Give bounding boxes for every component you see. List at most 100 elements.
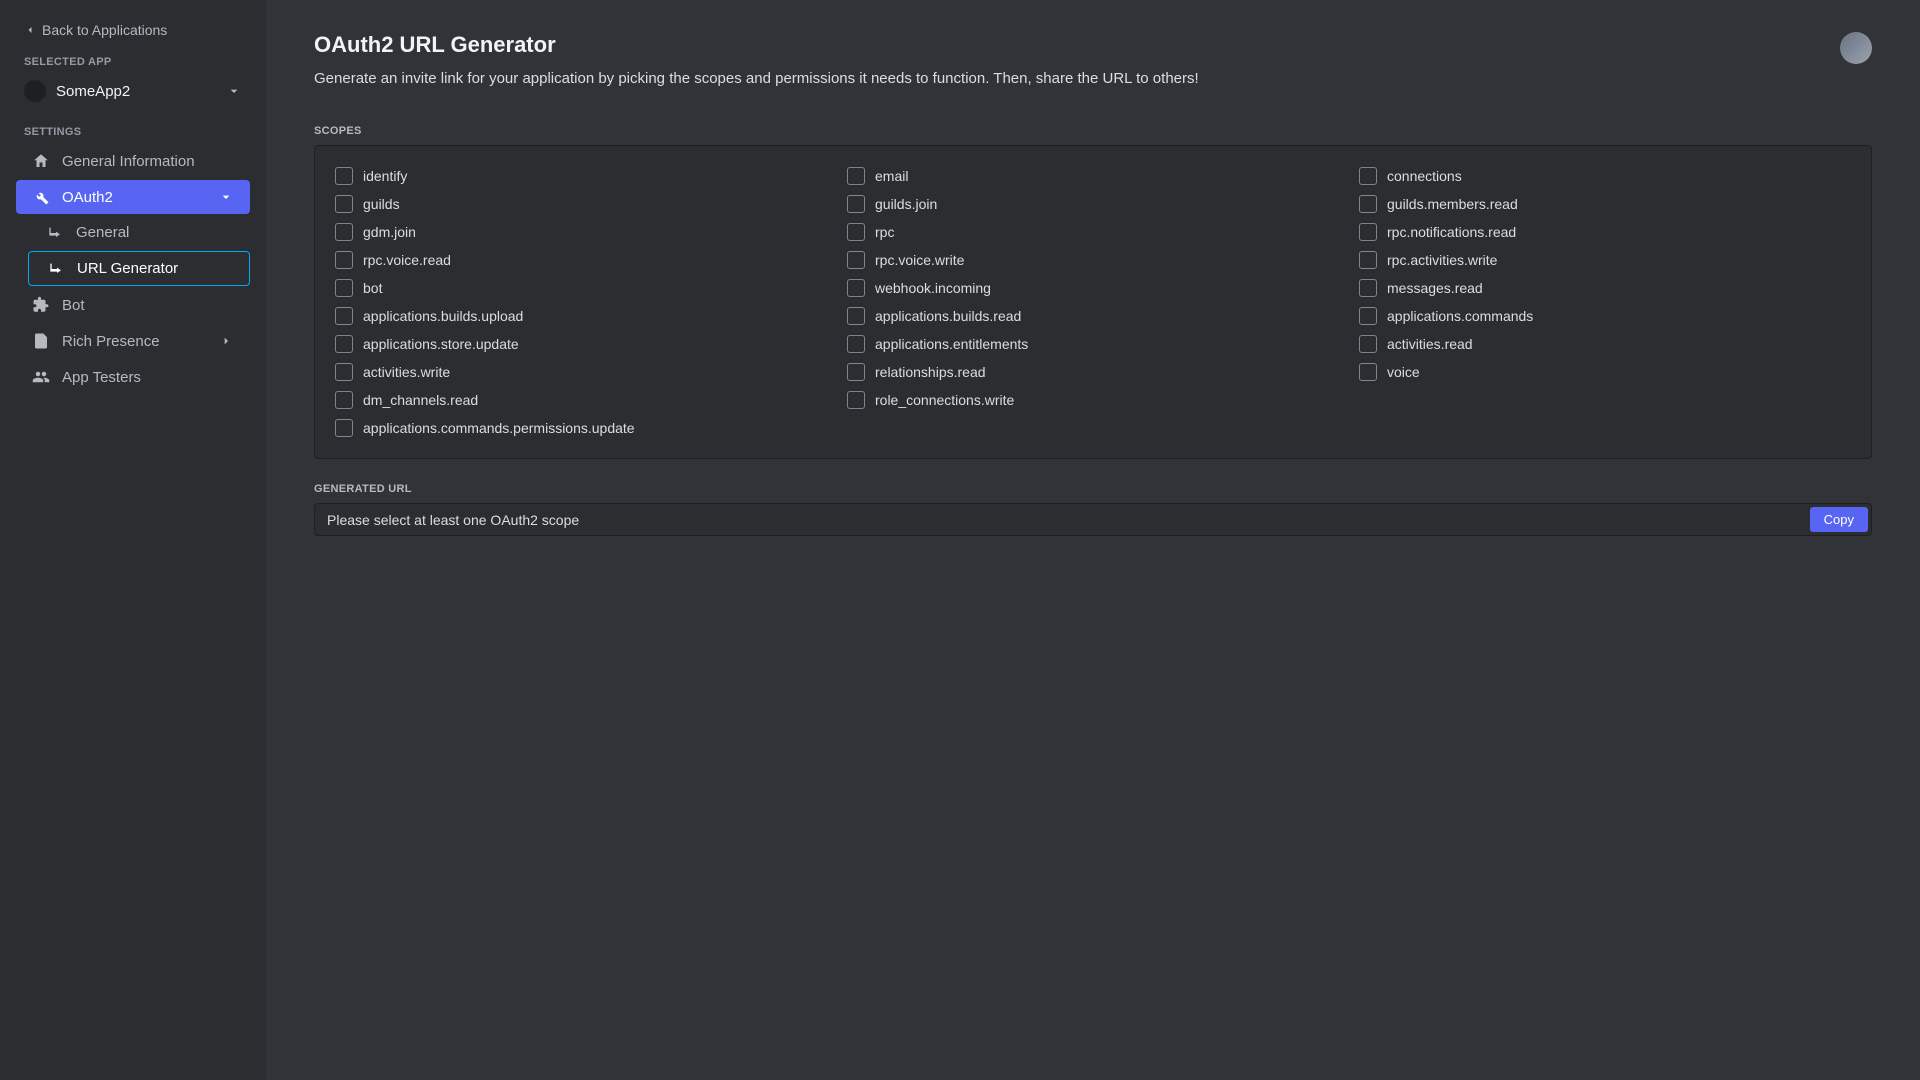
document-icon xyxy=(32,332,50,350)
selected-app-label: SELECTED APP xyxy=(8,56,258,68)
scope-checkbox-applications-entitlements[interactable]: applications.entitlements xyxy=(847,330,1339,358)
scope-checkbox-rpc-notifications-read[interactable]: rpc.notifications.read xyxy=(1359,218,1851,246)
checkbox-icon xyxy=(847,167,865,185)
generated-url-box: Please select at least one OAuth2 scope … xyxy=(314,503,1872,536)
settings-label: SETTINGS xyxy=(8,126,258,138)
nav-oauth2-general[interactable]: General xyxy=(28,216,250,249)
sub-arrow-icon xyxy=(49,261,65,277)
scope-checkbox-rpc[interactable]: rpc xyxy=(847,218,1339,246)
checkbox-icon xyxy=(847,251,865,269)
nav-rich-presence[interactable]: Rich Presence xyxy=(16,324,250,358)
checkbox-icon xyxy=(847,195,865,213)
scope-checkbox-webhook-incoming[interactable]: webhook.incoming xyxy=(847,274,1339,302)
scope-checkbox-connections[interactable]: connections xyxy=(1359,162,1851,190)
header-row: OAuth2 URL Generator Generate an invite … xyxy=(314,32,1872,125)
scope-label: applications.builds.upload xyxy=(363,308,523,324)
scope-label: rpc.notifications.read xyxy=(1387,224,1516,240)
scope-label: voice xyxy=(1387,364,1420,380)
scopes-col-1: identify guilds gdm.join rpc.voice.readbot a… xyxy=(335,162,827,442)
scope-label: dm_channels.read xyxy=(363,392,478,408)
checkbox-icon xyxy=(1359,195,1377,213)
scope-label: applications.builds.read xyxy=(875,308,1021,324)
nav-label: App Testers xyxy=(62,369,141,386)
scopes-col-2: email guilds.join rpc rpc.voice.write webhoo… xyxy=(847,162,1339,442)
checkbox-icon xyxy=(847,223,865,241)
scope-label: applications.commands xyxy=(1387,308,1533,324)
checkbox-icon xyxy=(335,251,353,269)
scope-label: role_connections.write xyxy=(875,392,1014,408)
nav-general-information[interactable]: General Information xyxy=(16,144,250,178)
scope-label: rpc.voice.write xyxy=(875,252,964,268)
scope-checkbox-applications-builds-read[interactable]: applications.builds.read xyxy=(847,302,1339,330)
nav-oauth2[interactable]: OAuth2 xyxy=(16,180,250,214)
scope-checkbox-activities-write[interactable]: activities.write xyxy=(335,358,827,386)
scope-checkbox-rpc-voice-read[interactable]: rpc.voice.read xyxy=(335,246,827,274)
scope-label: identify xyxy=(363,168,407,184)
scope-label: gdm.join xyxy=(363,224,416,240)
nav-label: OAuth2 xyxy=(62,189,113,206)
nav-oauth2-url-generator[interactable]: URL Generator xyxy=(28,251,250,286)
app-selector[interactable]: SomeApp2 xyxy=(8,74,258,108)
generated-url-label: GENERATED URL xyxy=(314,483,1872,495)
scope-label: relationships.read xyxy=(875,364,986,380)
scope-checkbox-applications-builds-upload[interactable]: applications.builds.upload xyxy=(335,302,827,330)
scope-checkbox-dm_channels-read[interactable]: dm_channels.read xyxy=(335,386,827,414)
scope-checkbox-applications-commands-permissions-update[interactable]: applications.commands.permissions.update xyxy=(335,414,827,442)
chevron-down-icon xyxy=(226,83,242,99)
scope-checkbox-email[interactable]: email xyxy=(847,162,1339,190)
app-name: SomeApp2 xyxy=(56,83,216,100)
user-avatar[interactable] xyxy=(1840,32,1872,64)
checkbox-icon xyxy=(1359,251,1377,269)
checkbox-icon xyxy=(847,363,865,381)
copy-button[interactable]: Copy xyxy=(1810,507,1868,532)
scope-label: rpc.activities.write xyxy=(1387,252,1497,268)
scope-checkbox-rpc-voice-write[interactable]: rpc.voice.write xyxy=(847,246,1339,274)
checkbox-icon xyxy=(335,279,353,297)
scope-checkbox-relationships-read[interactable]: relationships.read xyxy=(847,358,1339,386)
scope-checkbox-messages-read[interactable]: messages.read xyxy=(1359,274,1851,302)
scope-checkbox-identify[interactable]: identify xyxy=(335,162,827,190)
back-to-applications-link[interactable]: Back to Applications xyxy=(8,16,258,44)
scope-checkbox-applications-store-update[interactable]: applications.store.update xyxy=(335,330,827,358)
scope-label: guilds xyxy=(363,196,400,212)
page-title: OAuth2 URL Generator xyxy=(314,32,1199,58)
sidebar: Back to Applications SELECTED APP SomeAp… xyxy=(0,0,266,1080)
checkbox-icon xyxy=(1359,363,1377,381)
checkbox-icon xyxy=(1359,307,1377,325)
nav-label: Rich Presence xyxy=(62,333,160,350)
scope-checkbox-voice[interactable]: voice xyxy=(1359,358,1851,386)
generated-url-text: Please select at least one OAuth2 scope xyxy=(327,512,1810,528)
scopes-col-3: connections guilds.members.read rpc.notifi… xyxy=(1359,162,1851,442)
checkbox-icon xyxy=(335,419,353,437)
scope-checkbox-rpc-activities-write[interactable]: rpc.activities.write xyxy=(1359,246,1851,274)
scopes-box: identifyguildsgdm.joinrpc.voice.readbota… xyxy=(314,145,1872,459)
checkbox-icon xyxy=(1359,279,1377,297)
scope-checkbox-guilds[interactable]: guilds xyxy=(335,190,827,218)
scope-checkbox-applications-commands[interactable]: applications.commands xyxy=(1359,302,1851,330)
checkbox-icon xyxy=(1359,167,1377,185)
home-icon xyxy=(32,152,50,170)
nav-bot[interactable]: Bot xyxy=(16,288,250,322)
nav-label: General Information xyxy=(62,153,195,170)
scope-label: messages.read xyxy=(1387,280,1483,296)
scope-label: rpc xyxy=(875,224,894,240)
scope-label: email xyxy=(875,168,908,184)
scope-checkbox-activities-read[interactable]: activities.read xyxy=(1359,330,1851,358)
chevron-down-icon xyxy=(218,189,234,205)
scope-checkbox-gdm-join[interactable]: gdm.join xyxy=(335,218,827,246)
scope-checkbox-bot[interactable]: bot xyxy=(335,274,827,302)
checkbox-icon xyxy=(335,391,353,409)
nav-label: Bot xyxy=(62,297,85,314)
scope-label: connections xyxy=(1387,168,1462,184)
checkbox-icon xyxy=(1359,223,1377,241)
main-content: OAuth2 URL Generator Generate an invite … xyxy=(266,0,1920,1080)
scope-checkbox-guilds-join[interactable]: guilds.join xyxy=(847,190,1339,218)
nav-app-testers[interactable]: App Testers xyxy=(16,360,250,394)
nav-label: URL Generator xyxy=(77,260,178,277)
scope-checkbox-guilds-members-read[interactable]: guilds.members.read xyxy=(1359,190,1851,218)
checkbox-icon xyxy=(335,335,353,353)
checkbox-icon xyxy=(335,363,353,381)
checkbox-icon xyxy=(335,167,353,185)
scope-checkbox-role_connections-write[interactable]: role_connections.write xyxy=(847,386,1339,414)
back-label: Back to Applications xyxy=(42,22,167,38)
